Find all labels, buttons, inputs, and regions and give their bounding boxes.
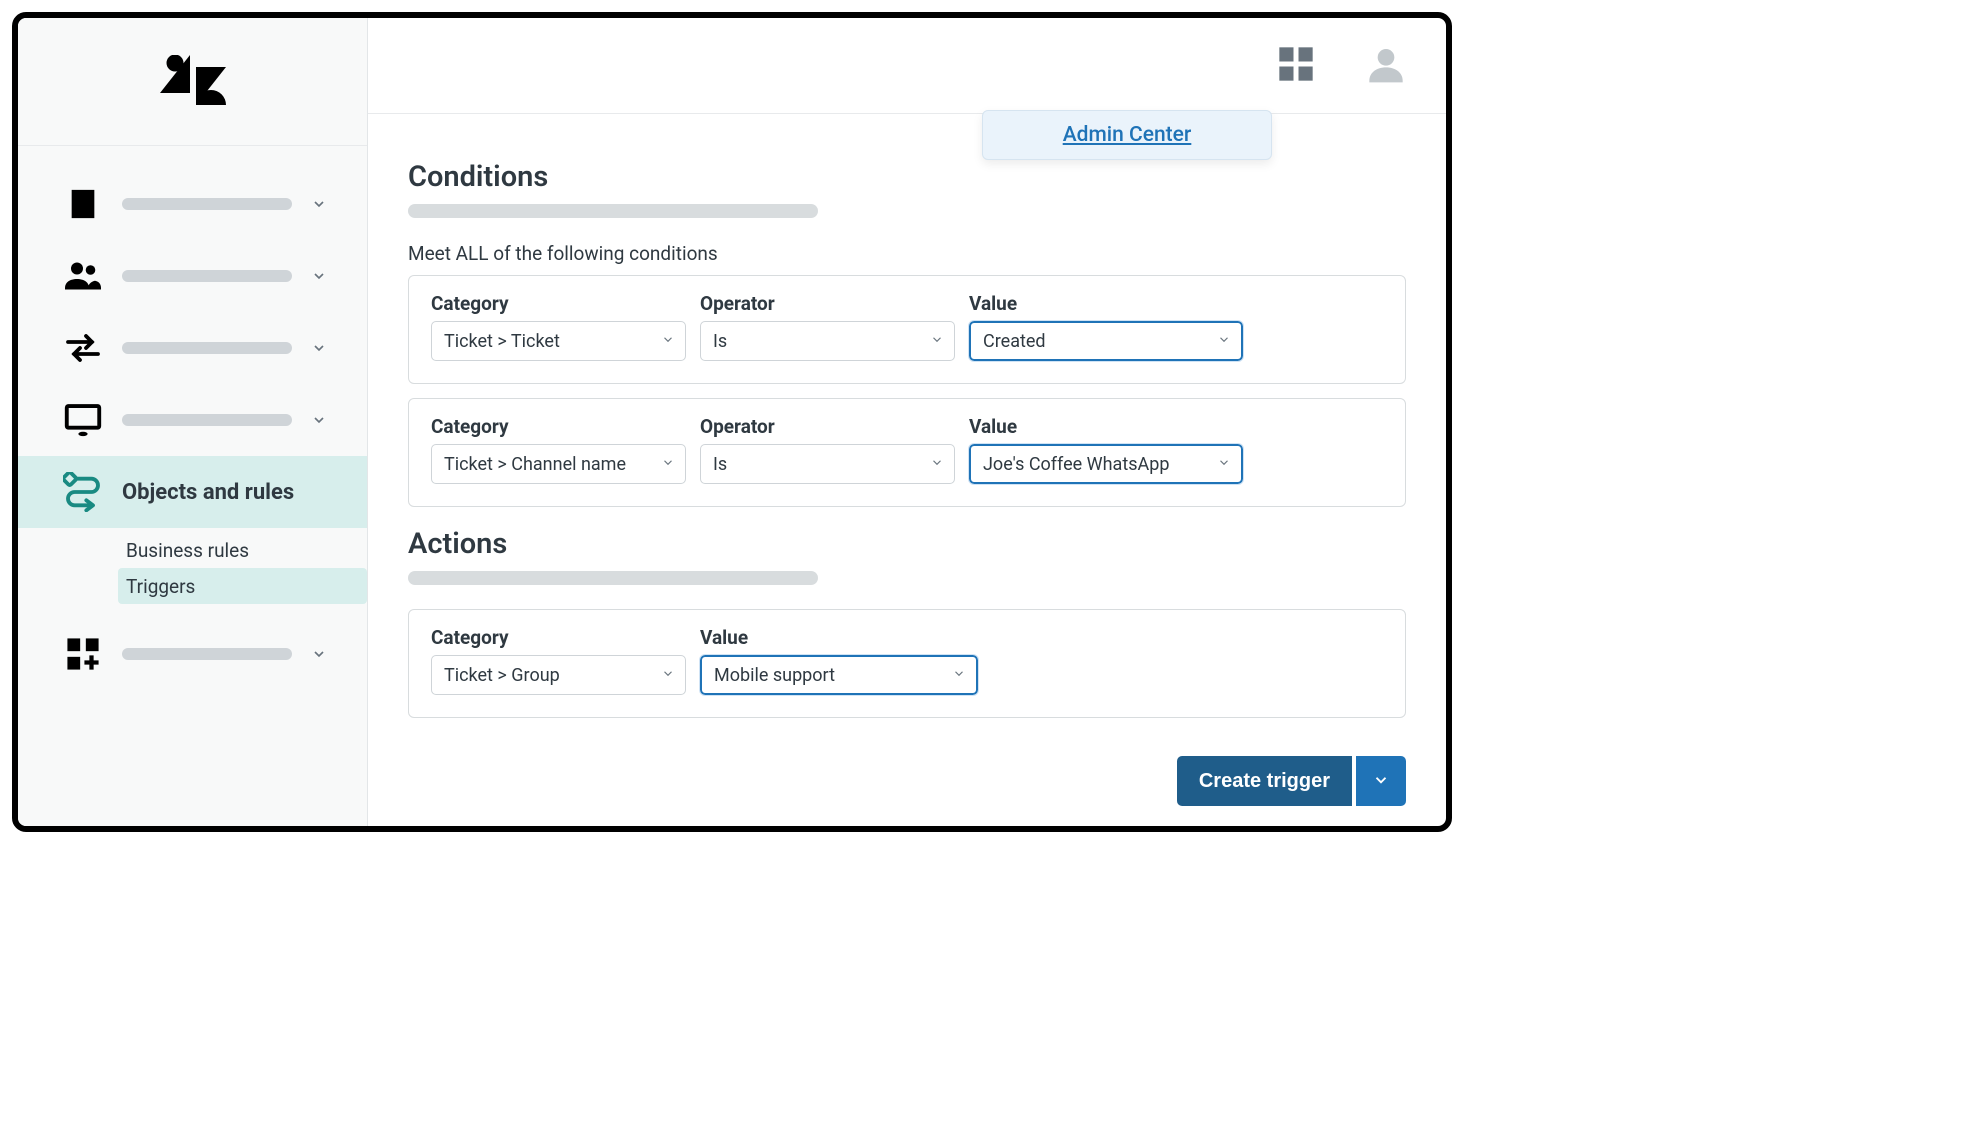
app-frame: Objects and rules Business rules Trigger… [12,12,1452,832]
chevron-down-icon [661,331,675,352]
condition-1-category-select[interactable]: Ticket > Ticket [431,321,686,361]
placeholder [122,342,292,354]
subnav-triggers[interactable]: Triggers [118,568,367,604]
condition-1-operator-select[interactable]: Is [700,321,955,361]
chevron-down-icon [930,454,944,475]
sidebar-item-workspaces[interactable] [18,384,367,456]
sidebar: Objects and rules Business rules Trigger… [18,18,368,826]
sidebar-item-objects-rules[interactable]: Objects and rules [18,456,367,528]
action-1-category-select[interactable]: Ticket > Group [431,655,686,695]
action-1-value-select[interactable]: Mobile support [700,655,978,695]
chevron-down-icon [661,454,675,475]
logo [18,18,367,146]
chevron-down-icon [310,339,328,357]
monitor-icon [62,399,104,441]
subnav-business-rules[interactable]: Business rules [118,532,367,568]
placeholder [122,648,292,660]
workflow-icon [62,471,104,513]
content: Conditions Meet ALL of the following con… [368,114,1446,718]
building-icon [62,183,104,225]
placeholder [122,414,292,426]
sidebar-item-company[interactable] [18,168,367,240]
conditions-description-placeholder [408,204,818,218]
label-category: Category [431,626,686,649]
condition-2-operator-select[interactable]: Is [700,444,955,484]
chevron-down-icon [310,645,328,663]
create-trigger-dropdown-button[interactable] [1356,756,1406,806]
condition-2-category-select[interactable]: Ticket > Channel name [431,444,686,484]
apps-grid-icon[interactable] [1276,44,1316,88]
sidebar-nav: Objects and rules Business rules Trigger… [18,146,367,690]
chevron-down-icon [930,331,944,352]
label-category: Category [431,415,686,438]
label-value: Value [700,626,978,649]
sidebar-subnav: Business rules Triggers [18,528,367,618]
label-value: Value [969,292,1243,315]
admin-center-popover: Admin Center [982,110,1272,160]
admin-center-link[interactable]: Admin Center [1063,123,1192,147]
chevron-down-icon [1372,771,1390,792]
zendesk-logo-icon [160,55,226,109]
placeholder [122,198,292,210]
sidebar-item-apps[interactable] [18,618,367,690]
people-icon [62,255,104,297]
chevron-down-icon [310,195,328,213]
apps-add-icon [62,633,104,675]
label-category: Category [431,292,686,315]
chevron-down-icon [1217,331,1231,352]
create-trigger-button[interactable]: Create trigger [1177,756,1352,806]
actions-title: Actions [408,527,1406,561]
action-row-1: Category Ticket > Group Value Mobile sup… [408,609,1406,718]
condition-1-value-select[interactable]: Created [969,321,1243,361]
chevron-down-icon [1217,454,1231,475]
chevron-down-icon [310,267,328,285]
placeholder [122,270,292,282]
conditions-all-label: Meet ALL of the following conditions [408,242,1406,265]
condition-2-value-select[interactable]: Joe's Coffee WhatsApp [969,444,1243,484]
topbar [368,18,1446,114]
conditions-title: Conditions [408,160,1406,194]
footer-actions: Create trigger [1177,756,1406,806]
sidebar-item-people[interactable] [18,240,367,312]
label-value: Value [969,415,1243,438]
user-icon[interactable] [1366,44,1406,88]
sidebar-item-label: Objects and rules [122,480,339,505]
sidebar-item-channels[interactable] [18,312,367,384]
chevron-down-icon [310,411,328,429]
label-operator: Operator [700,415,955,438]
condition-row-1: Category Ticket > Ticket Operator Is [408,275,1406,384]
label-operator: Operator [700,292,955,315]
actions-description-placeholder [408,571,818,585]
main: Admin Center Conditions Meet ALL of the … [368,18,1446,826]
condition-row-2: Category Ticket > Channel name Operator … [408,398,1406,507]
arrows-horizontal-icon [62,327,104,369]
chevron-down-icon [661,665,675,686]
chevron-down-icon [952,665,966,686]
